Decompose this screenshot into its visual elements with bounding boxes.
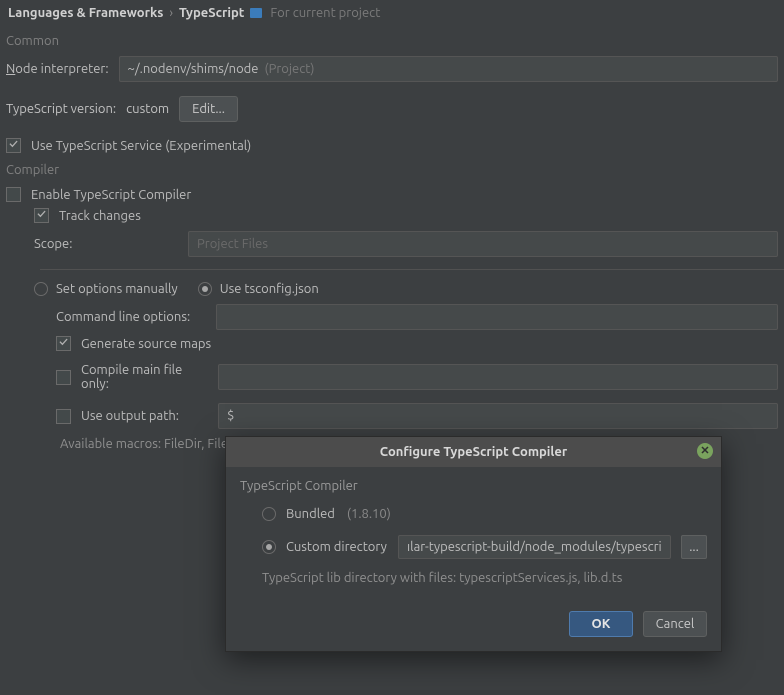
chevron-right-icon: ›	[169, 6, 173, 20]
lib-directory-note: TypeScript lib directory with files: typ…	[240, 563, 707, 585]
options-tsconfig-radio[interactable]	[198, 282, 212, 296]
cmdline-label: Command line options:	[56, 310, 206, 324]
node-interpreter-field[interactable]: ~/.nodenv/shims/node (Project)	[119, 56, 778, 82]
bundled-version: (1.8.10)	[347, 507, 391, 521]
compile-main-only-input[interactable]	[218, 364, 778, 390]
section-common: Common	[0, 28, 784, 52]
dialog-titlebar[interactable]: Configure TypeScript Compiler ✕	[226, 437, 721, 467]
cancel-button[interactable]: Cancel	[643, 611, 707, 637]
options-manual-label: Set options manually	[56, 282, 178, 296]
section-compiler: Compiler	[0, 157, 784, 181]
options-manual-radio[interactable]	[34, 282, 48, 296]
close-icon[interactable]: ✕	[697, 443, 713, 459]
ts-version-value: custom	[126, 102, 169, 116]
dialog-title: Configure TypeScript Compiler	[380, 445, 567, 459]
bundled-radio[interactable]	[262, 507, 276, 521]
breadcrumb-section[interactable]: Languages & Frameworks	[8, 6, 163, 20]
bundled-label: Bundled	[286, 507, 335, 521]
ok-button[interactable]: OK	[569, 611, 633, 637]
use-output-path-input[interactable]	[218, 403, 778, 429]
breadcrumb-scope-note: For current project	[270, 6, 380, 20]
cmdline-input[interactable]	[216, 304, 778, 330]
compile-main-only-label: Compile main file only:	[81, 363, 208, 391]
node-interpreter-hint: (Project)	[264, 62, 314, 76]
ts-version-label: TypeScript version:	[6, 102, 116, 116]
macros-note: Available macros: FileDir, FileRe	[60, 437, 243, 451]
divider	[40, 269, 784, 270]
generate-sourcemaps-checkbox[interactable]	[56, 336, 71, 351]
enable-compiler-label: Enable TypeScript Compiler	[31, 188, 191, 202]
use-ts-service-label: Use TypeScript Service (Experimental)	[31, 139, 251, 153]
generate-sourcemaps-label: Generate source maps	[81, 337, 211, 351]
options-tsconfig-label: Use tsconfig.json	[220, 282, 319, 296]
scope-input[interactable]	[188, 231, 778, 257]
edit-version-button[interactable]: Edit...	[179, 96, 238, 122]
configure-compiler-dialog: Configure TypeScript Compiler ✕ TypeScri…	[225, 436, 722, 652]
track-changes-label: Track changes	[59, 209, 141, 223]
node-interpreter-label: Node interpreter:	[6, 62, 109, 76]
breadcrumb-page[interactable]: TypeScript	[179, 6, 244, 20]
enable-compiler-checkbox[interactable]	[6, 187, 21, 202]
use-output-path-label: Use output path:	[81, 409, 208, 423]
scope-label: Scope:	[34, 237, 178, 251]
dialog-group-label: TypeScript Compiler	[240, 479, 707, 493]
project-icon	[250, 8, 262, 18]
track-changes-checkbox[interactable]	[34, 208, 49, 223]
browse-button[interactable]: ...	[681, 535, 707, 559]
custom-dir-radio[interactable]	[262, 540, 276, 554]
custom-dir-input[interactable]	[398, 535, 671, 559]
use-output-path-checkbox[interactable]	[56, 409, 71, 424]
custom-dir-label: Custom directory	[286, 540, 388, 554]
use-ts-service-checkbox[interactable]	[6, 138, 21, 153]
breadcrumb: Languages & Frameworks › TypeScript For …	[0, 0, 784, 28]
compile-main-only-checkbox[interactable]	[56, 370, 71, 385]
node-interpreter-value: ~/.nodenv/shims/node	[128, 62, 259, 76]
